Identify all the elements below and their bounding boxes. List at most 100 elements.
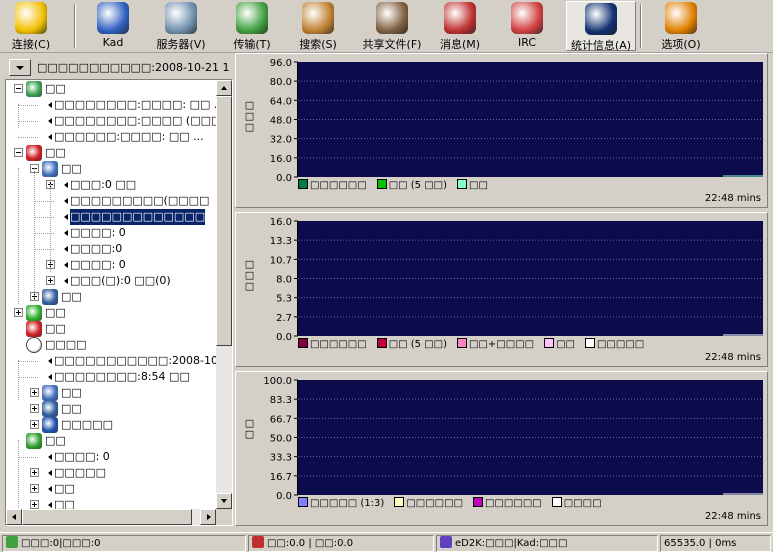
expand-toggle[interactable] <box>14 308 23 317</box>
expand-toggle[interactable] <box>30 500 39 509</box>
tree-vertical-scrollbar[interactable] <box>216 80 232 509</box>
legend-swatch <box>298 497 308 507</box>
expand-toggle[interactable] <box>30 388 39 397</box>
tree-options-dropdown[interactable] <box>9 59 31 76</box>
expand-toggle[interactable] <box>46 276 55 285</box>
clock-icon <box>26 337 42 353</box>
tree-node[interactable]: □□ <box>45 321 66 337</box>
network-icon <box>440 536 452 548</box>
toolbar-button-0[interactable]: 连接(C) <box>2 1 60 51</box>
expand-toggle[interactable] <box>30 484 39 493</box>
toolbar-button-6[interactable]: 消息(M) <box>432 1 488 51</box>
tree-bullet-icon <box>48 486 52 492</box>
tree-bullet-icon <box>48 470 52 476</box>
scroll-thumb[interactable] <box>216 96 232 346</box>
tree-node[interactable]: □□ <box>54 497 75 509</box>
y-tick-label: 0.0 <box>276 173 292 184</box>
status-ping: 65535.0 | 0ms <box>660 535 771 552</box>
y-axis-label: □□□ <box>244 258 255 292</box>
tree-bullet-icon <box>48 454 52 460</box>
collapse-toggle[interactable] <box>14 84 23 93</box>
tree-node[interactable]: □□□□□□□□□□□:2008-10-21 <box>54 353 216 369</box>
tree-connector <box>18 440 19 508</box>
tree-bullet-icon <box>48 502 52 508</box>
tree-bullet-icon <box>64 246 68 252</box>
tree-node[interactable]: □□ <box>45 145 66 161</box>
statistics-icon <box>585 3 617 35</box>
toolbar-button-8[interactable]: 统计信息(A) <box>566 1 636 52</box>
tree-node[interactable]: □□□□ <box>45 337 87 353</box>
legend-swatch <box>457 338 468 348</box>
legend-item: □□□□□ <box>585 338 644 350</box>
tree-node[interactable]: □□□□□□□□:8:54 □□ <box>54 369 190 385</box>
tree-node[interactable]: □□□□: 0 <box>70 257 126 273</box>
status-network: eD2K:□□□|Kad:□□□ <box>436 535 658 552</box>
disk-icon <box>42 289 58 305</box>
tree-node[interactable]: □□ <box>45 305 66 321</box>
expand-toggle[interactable] <box>30 468 39 477</box>
tree-node[interactable]: □□□□□□□□:□□□□: □□ ... <box>54 97 216 113</box>
toolbar-button-3[interactable]: 传输(T) <box>222 1 282 51</box>
tree-node[interactable]: □□□□□□:□□□□: □□ ... <box>54 129 204 145</box>
tree-connector <box>18 457 38 458</box>
tree-horizontal-scrollbar[interactable] <box>6 509 216 525</box>
tree-node[interactable]: □□ <box>61 401 82 417</box>
tree-node[interactable]: □□□□: 0 <box>54 449 110 465</box>
tree-node[interactable]: □□□□□ <box>61 417 113 433</box>
scroll-left-button[interactable] <box>6 509 22 525</box>
tree-node[interactable]: □□ <box>61 385 82 401</box>
tree-node[interactable]: □□□□:0 <box>70 241 122 257</box>
tree-node[interactable]: □□□□□□□□□(□□□□ <box>70 193 209 209</box>
toolbar-button-7[interactable]: IRC <box>500 1 554 51</box>
tree-connector <box>34 233 54 234</box>
stats-graph-1: 16.0 13.3 10.7 8.0 5.3 2.7 0.0 □□□ □□□□□□ □□ (5 □… <box>235 212 768 367</box>
legend-label: □□□□□□ <box>406 498 464 509</box>
tree-node[interactable]: □□□□: 0 <box>70 225 126 241</box>
hscroll-thumb[interactable] <box>22 509 192 525</box>
legend-item: □□□□ <box>551 497 602 509</box>
y-tick-label: 33.3 <box>270 453 292 464</box>
legend-item: □□ (5 □□) <box>376 338 447 350</box>
legend-label: □□ <box>556 339 576 350</box>
statistics-tree[interactable]: □□ □□□□□□□□:□□□□: □□ ... □□□□□□□□:□□□□ (□□… <box>5 79 233 526</box>
scroll-right-button[interactable] <box>200 509 216 525</box>
toolbar-button-label: 共享文件(F) <box>362 38 422 51</box>
stats-graph-0: 96.0 80.0 64.0 48.0 32.0 16.0 0.0 □□□ □□□□□□ □□ (… <box>235 53 768 208</box>
legend-swatch <box>376 338 387 348</box>
toolbar-button-1[interactable]: Kad <box>90 1 136 51</box>
tree-node[interactable]: □□ <box>45 433 66 449</box>
tree-connector <box>18 105 38 106</box>
tree-node[interactable]: □□□:0 □□ <box>70 177 136 193</box>
y-axis <box>297 221 298 336</box>
y-tick-label: 80.0 <box>270 77 292 88</box>
tree-bullet-icon <box>48 358 52 364</box>
scroll-down-button[interactable] <box>216 493 232 509</box>
y-tick-label: 66.7 <box>270 414 292 425</box>
scroll-up-button[interactable] <box>216 80 232 96</box>
tree-node[interactable]: □□ <box>61 161 82 177</box>
expand-toggle[interactable] <box>30 404 39 413</box>
tree-node[interactable]: □□□(□):0 □□(0) <box>70 273 171 289</box>
graph-legend: □□□□□ (1:3) □□□□□□ □□□□□□ □□□□ <box>298 497 612 511</box>
tree-node[interactable]: □□□□□□□□:□□□□ (□□□□ <box>54 113 216 129</box>
status-users: □□□:0|□□□:0 <box>2 535 246 552</box>
bars-icon <box>42 417 58 433</box>
tree-header: □□□□□□□□□□□:2008-10-21 1 <box>5 56 233 78</box>
legend-label: □□□□□□ <box>310 180 367 191</box>
y-tick-label: 50.0 <box>270 434 292 445</box>
y-axis <box>297 380 298 495</box>
tree-node[interactable]: □□ <box>61 289 82 305</box>
collapse-toggle[interactable] <box>14 148 23 157</box>
expand-toggle[interactable] <box>30 420 39 429</box>
tree-node-selected[interactable]: □□□□□□□□□□□□□ <box>70 209 206 225</box>
tree-node[interactable]: □□ <box>54 481 75 497</box>
toolbar-button-2[interactable]: 服务器(V) <box>148 1 214 51</box>
tree-node[interactable]: □□□□□ <box>54 465 106 481</box>
toolbar-button-4[interactable]: 搜索(S) <box>288 1 348 51</box>
toolbar-button-9[interactable]: 选项(O) <box>644 1 718 51</box>
toolbar-separator <box>640 4 642 48</box>
legend-item: □□□□□□ <box>298 179 367 191</box>
toolbar-button-5[interactable]: 共享文件(F) <box>356 1 428 51</box>
tree-node[interactable]: □□ <box>45 81 66 97</box>
people-icon <box>26 433 42 449</box>
